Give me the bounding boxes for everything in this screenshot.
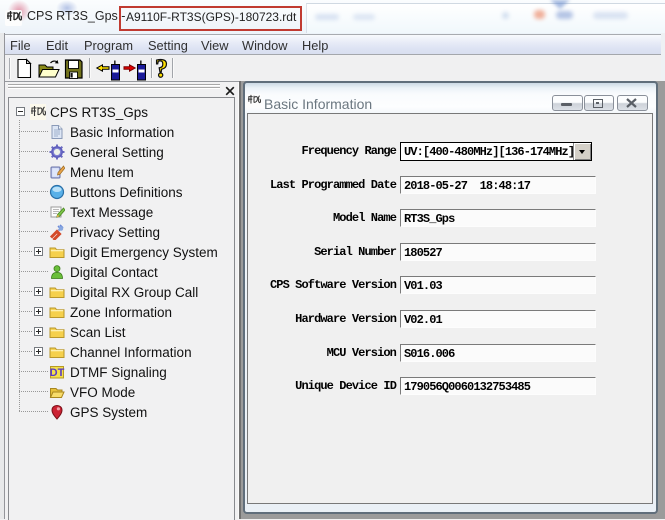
svg-text:?: ? bbox=[155, 56, 168, 81]
